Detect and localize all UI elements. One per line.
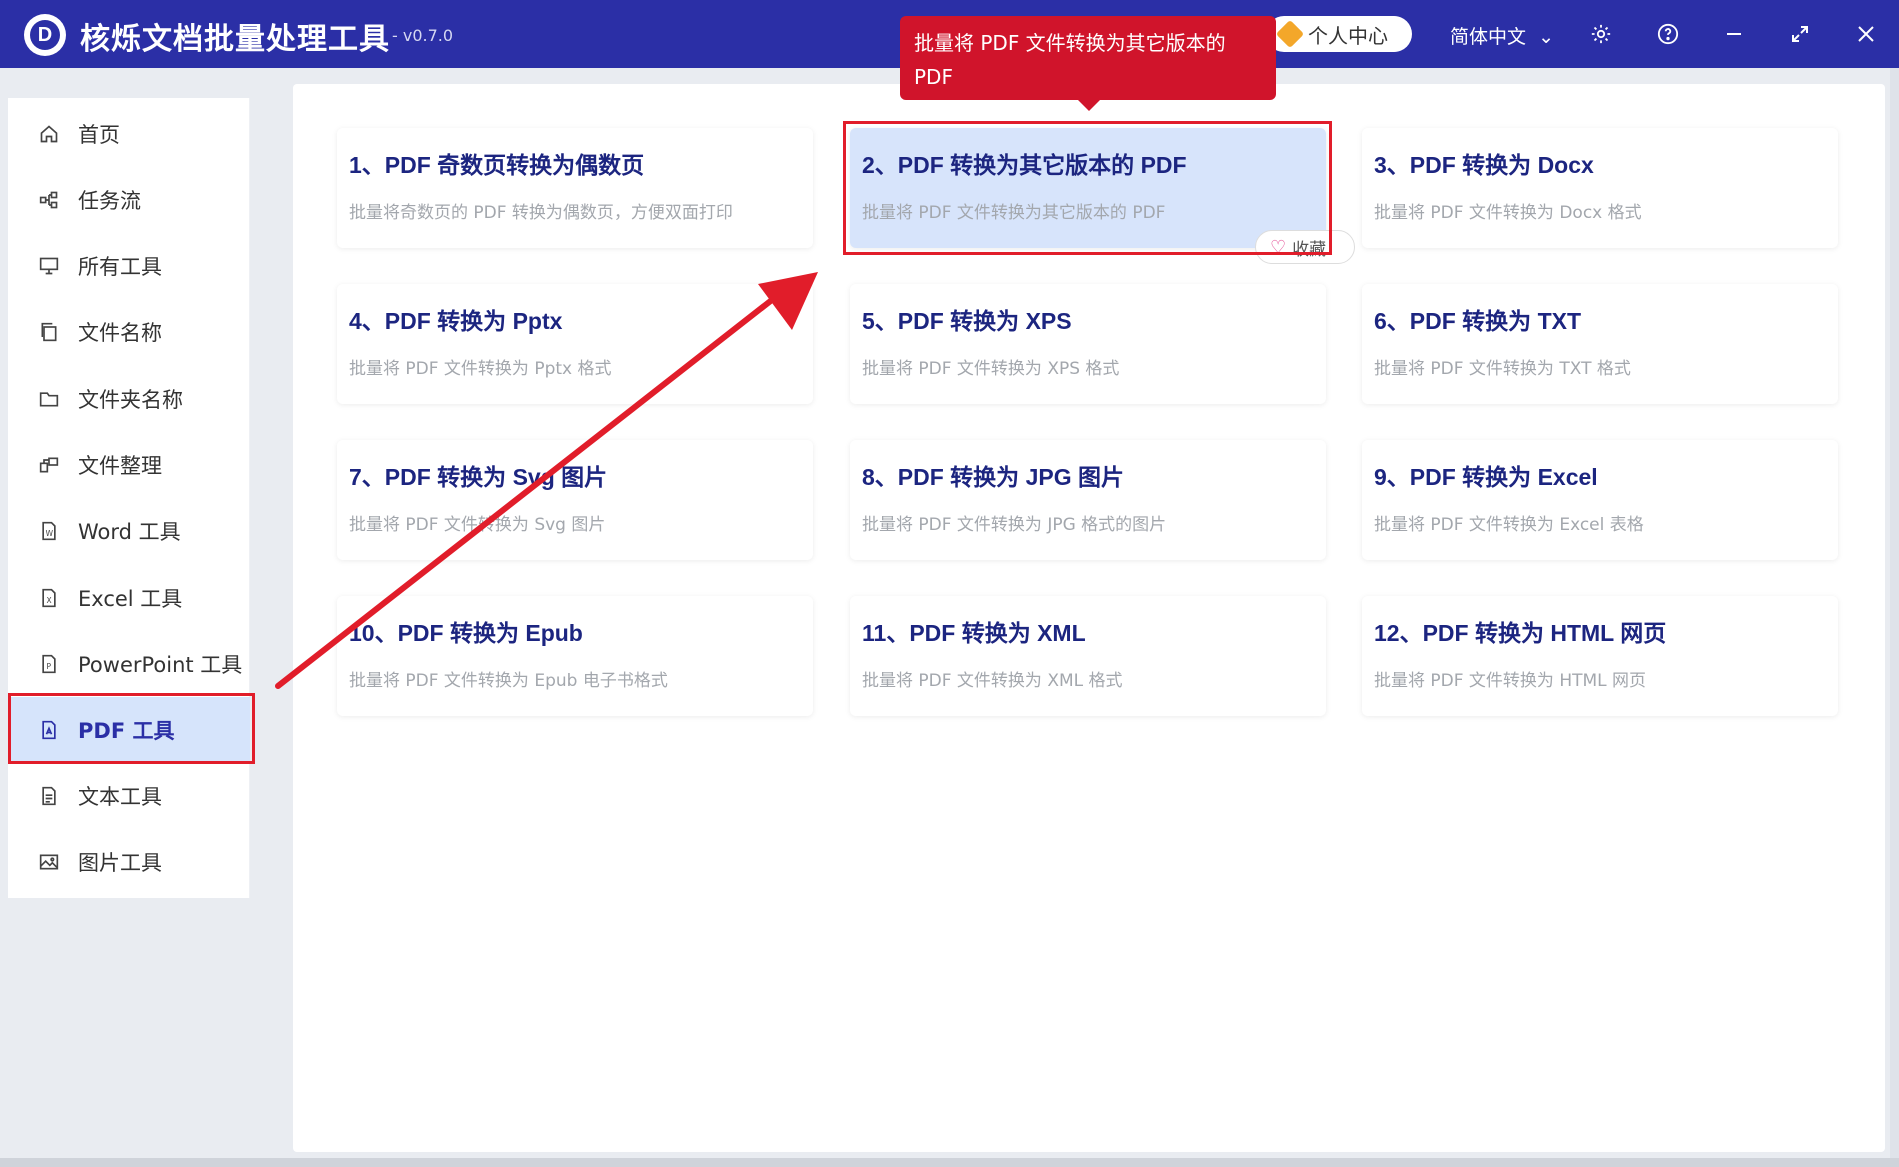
- workflow-icon: [38, 189, 60, 211]
- tool-card-9[interactable]: 9、PDF 转换为 Excel 批量将 PDF 文件转换为 Excel 表格: [1362, 440, 1838, 560]
- user-center-label: 个人中心: [1308, 23, 1388, 48]
- tool-card-title: 8、PDF 转换为 JPG 图片: [862, 464, 1124, 490]
- sidebar-item-11[interactable]: 图片工具: [8, 829, 250, 895]
- tool-card-title: 7、PDF 转换为 Svg 图片: [349, 464, 608, 490]
- sidebar-item-label: 任务流: [78, 189, 141, 213]
- app-title: 核烁文档批量处理工具: [80, 22, 390, 57]
- highlight-box-card-2: [843, 121, 1332, 255]
- monitor-icon: [38, 255, 60, 277]
- language-label: 简体中文: [1450, 26, 1527, 48]
- tool-card-3[interactable]: 3、PDF 转换为 Docx 批量将 PDF 文件转换为 Docx 格式: [1362, 128, 1838, 248]
- ppt-file-icon: P: [38, 653, 60, 675]
- tool-card-12[interactable]: 12、PDF 转换为 HTML 网页批量将 PDF 文件转换为 HTML 网页: [1362, 596, 1838, 716]
- tool-card-desc: 批量将 PDF 文件转换为 TXT 格式: [1374, 359, 1631, 379]
- excel-file-icon: X: [38, 587, 60, 609]
- vip-icon: [1275, 19, 1305, 49]
- tool-card-1[interactable]: 1、PDF 奇数页转换为偶数页批量将奇数页的 PDF 转换为偶数页，方便双面打印: [337, 128, 813, 248]
- tool-card-desc: 批量将 PDF 文件转换为 XPS 格式: [862, 359, 1120, 379]
- tool-card-10[interactable]: 10、PDF 转换为 Epub 批量将 PDF 文件转换为 Epub 电子书格式: [337, 596, 813, 716]
- tool-card-6[interactable]: 6、PDF 转换为 TXT 批量将 PDF 文件转换为 TXT 格式: [1362, 284, 1838, 404]
- sidebar-item-8[interactable]: P PowerPoint 工具: [8, 631, 250, 697]
- sidebar-item-label: PowerPoint 工具: [78, 653, 243, 677]
- app-logo-icon: D: [24, 14, 66, 56]
- tool-card-4[interactable]: 4、PDF 转换为 Pptx 批量将 PDF 文件转换为 Pptx 格式: [337, 284, 813, 404]
- tool-card-desc: 批量将 PDF 文件转换为 Docx 格式: [1374, 203, 1642, 223]
- folder-icon: [38, 388, 60, 410]
- tool-card-title: 12、PDF 转换为 HTML 网页: [1374, 620, 1667, 646]
- sidebar-item-label: 文件整理: [78, 454, 162, 478]
- chevron-down-icon: ⌄: [1532, 26, 1555, 48]
- tool-card-desc: 批量将 PDF 文件转换为 Svg 图片: [349, 515, 606, 535]
- tool-card-desc: 批量将 PDF 文件转换为 XML 格式: [862, 671, 1123, 691]
- file-copy-icon: [38, 321, 60, 343]
- window-edge: [1890, 68, 1899, 1167]
- user-center-button[interactable]: 个人中心: [1266, 16, 1412, 52]
- svg-text:W: W: [46, 529, 54, 538]
- sidebar-item-label: 图片工具: [78, 851, 162, 875]
- tool-card-desc: 批量将奇数页的 PDF 转换为偶数页，方便双面打印: [349, 203, 733, 223]
- home-icon: [38, 123, 60, 145]
- language-select[interactable]: 简体中文 ⌄: [1450, 22, 1554, 49]
- sidebar-item-label: 文件名称: [78, 321, 162, 345]
- highlight-box-pdf-tools: [8, 693, 255, 764]
- sidebar-item-4[interactable]: 文件夹名称: [8, 366, 250, 432]
- image-icon: [38, 851, 60, 873]
- sidebar-item-6[interactable]: W Word 工具: [8, 498, 250, 564]
- maximize-icon[interactable]: [1784, 18, 1816, 50]
- tool-card-title: 5、PDF 转换为 XPS: [862, 308, 1072, 334]
- sidebar-item-5[interactable]: 文件整理: [8, 432, 250, 498]
- tooltip-arrow: [1078, 100, 1100, 111]
- sidebar-item-label: 文件夹名称: [78, 388, 183, 412]
- tool-card-5[interactable]: 5、PDF 转换为 XPS 批量将 PDF 文件转换为 XPS 格式: [850, 284, 1326, 404]
- tool-card-desc: 批量将 PDF 文件转换为 JPG 格式的图片: [862, 515, 1167, 535]
- help-icon[interactable]: [1652, 18, 1684, 50]
- sidebar-item-3[interactable]: 文件名称: [8, 299, 250, 365]
- minimize-icon[interactable]: [1718, 18, 1750, 50]
- app-version: - v0.7.0: [392, 26, 454, 45]
- tool-card-title: 11、PDF 转换为 XML: [862, 620, 1086, 646]
- tool-card-7[interactable]: 7、PDF 转换为 Svg 图片批量将 PDF 文件转换为 Svg 图片: [337, 440, 813, 560]
- close-icon[interactable]: [1850, 18, 1882, 50]
- tool-card-desc: 批量将 PDF 文件转换为 Pptx 格式: [349, 359, 612, 379]
- tool-card-title: 10、PDF 转换为 Epub: [349, 620, 583, 646]
- tool-card-8[interactable]: 8、PDF 转换为 JPG 图片批量将 PDF 文件转换为 JPG 格式的图片: [850, 440, 1326, 560]
- organize-icon: [38, 454, 60, 476]
- sidebar-item-label: 首页: [78, 123, 120, 147]
- settings-icon[interactable]: [1585, 18, 1617, 50]
- sidebar-item-label: 所有工具: [78, 255, 162, 279]
- sidebar-item-10[interactable]: 文本工具: [8, 763, 250, 829]
- tool-card-title: 1、PDF 奇数页转换为偶数页: [349, 152, 645, 178]
- sidebar-item-label: Excel 工具: [78, 587, 183, 611]
- text-file-icon: [38, 785, 60, 807]
- tool-card-desc: 批量将 PDF 文件转换为 Epub 电子书格式: [349, 671, 668, 691]
- tool-card-title: 4、PDF 转换为 Pptx: [349, 308, 563, 334]
- sidebar-item-0[interactable]: 首页: [8, 101, 250, 167]
- taskbar-strip: [0, 1158, 1899, 1167]
- word-file-icon: W: [38, 520, 60, 542]
- tool-card-title: 9、PDF 转换为 Excel: [1374, 464, 1598, 490]
- tool-card-title: 3、PDF 转换为 Docx: [1374, 152, 1594, 178]
- tooltip: 批量将 PDF 文件转换为其它版本的 PDF: [900, 16, 1276, 100]
- sidebar-item-7[interactable]: X Excel 工具: [8, 565, 250, 631]
- tool-card-desc: 批量将 PDF 文件转换为 Excel 表格: [1374, 515, 1644, 535]
- sidebar-item-label: 文本工具: [78, 785, 162, 809]
- tool-card-11[interactable]: 11、PDF 转换为 XML 批量将 PDF 文件转换为 XML 格式: [850, 596, 1326, 716]
- svg-text:X: X: [47, 596, 52, 605]
- sidebar-item-label: Word 工具: [78, 520, 181, 544]
- sidebar-item-1[interactable]: 任务流: [8, 167, 250, 233]
- sidebar-item-2[interactable]: 所有工具: [8, 233, 250, 299]
- tool-card-title: 6、PDF 转换为 TXT: [1374, 308, 1582, 334]
- tool-card-desc: 批量将 PDF 文件转换为 HTML 网页: [1374, 671, 1647, 691]
- svg-text:P: P: [47, 662, 52, 671]
